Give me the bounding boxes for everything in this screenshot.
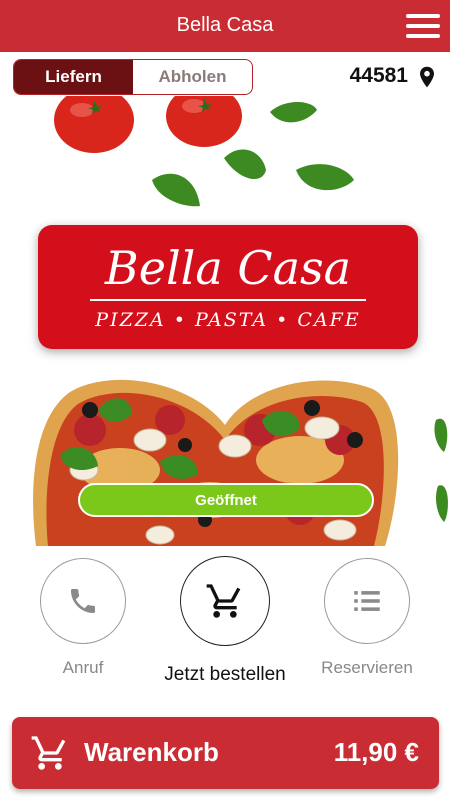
delivery-mode-switch: Liefern Abholen bbox=[13, 59, 253, 95]
cart-label: Warenkorb bbox=[84, 737, 219, 767]
tab-abholen[interactable]: Abholen bbox=[133, 60, 252, 94]
logo-name: Bella Casa bbox=[104, 241, 352, 295]
location-pin-icon[interactable] bbox=[418, 66, 436, 88]
heart-pizza-illustration bbox=[33, 379, 399, 546]
tomato-illustration bbox=[166, 96, 242, 147]
order-now-button[interactable] bbox=[180, 556, 270, 646]
reserve-button[interactable] bbox=[324, 558, 410, 644]
open-status-badge: Geöffnet bbox=[78, 483, 374, 517]
reserve-label: Reservieren bbox=[321, 658, 413, 677]
tab-liefern[interactable]: Liefern bbox=[14, 60, 133, 94]
phone-icon bbox=[71, 589, 95, 613]
cart-total: 11,90 € bbox=[333, 737, 419, 767]
postal-code[interactable]: 44581 bbox=[350, 64, 408, 88]
app-title: Bella Casa bbox=[176, 14, 274, 36]
cart-button[interactable]: Warenkorb 11,90 € bbox=[12, 717, 439, 789]
restaurant-logo: Bella Casa PIZZA • PASTA • CAFE bbox=[38, 225, 418, 349]
cart-icon bbox=[206, 584, 241, 618]
cart-icon bbox=[31, 736, 66, 770]
app-header: Bella Casa bbox=[0, 0, 450, 52]
hamburger-menu-icon[interactable] bbox=[406, 13, 440, 39]
call-label: Anruf bbox=[62, 658, 104, 677]
logo-divider bbox=[90, 299, 366, 301]
order-now-label: Jetzt bestellen bbox=[164, 664, 286, 685]
tomato-illustration bbox=[54, 96, 134, 153]
list-icon bbox=[354, 591, 380, 611]
logo-tagline: PIZZA • PASTA • CAFE bbox=[95, 309, 361, 331]
call-button[interactable] bbox=[40, 558, 126, 644]
